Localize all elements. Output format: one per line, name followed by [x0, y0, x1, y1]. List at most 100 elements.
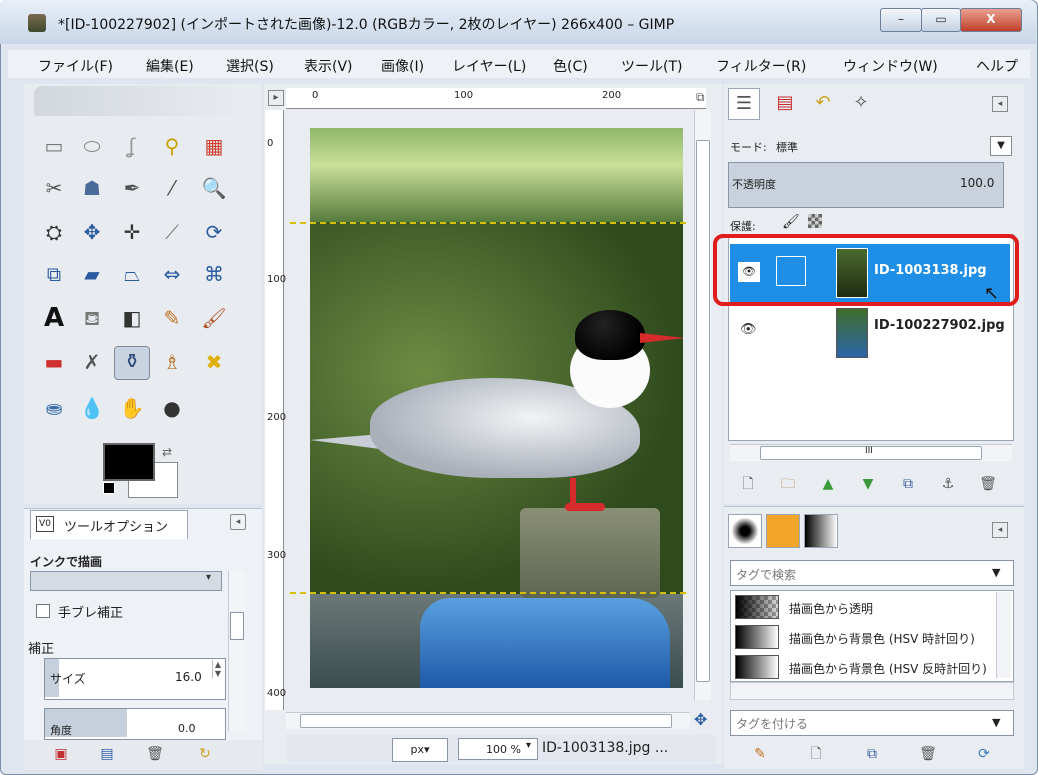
scissors-icon[interactable]: ✂ — [40, 174, 68, 202]
delete-gradient-icon[interactable]: 🗑 — [918, 744, 938, 764]
chevron-down-icon[interactable]: ▼ — [992, 566, 1000, 579]
align-icon[interactable]: ✛ — [118, 218, 146, 246]
zoom-toggle-icon[interactable]: ⧉ — [696, 90, 705, 105]
mode-combo[interactable] — [30, 571, 222, 591]
close-button[interactable]: X — [960, 8, 1022, 32]
chevron-down-icon[interactable]: ▾ — [526, 740, 531, 751]
heal-icon[interactable]: ✖ — [200, 348, 228, 376]
fuzzy-select-icon[interactable]: ⚲ — [158, 132, 186, 160]
cage-transform-icon[interactable]: ⌘ — [200, 260, 228, 288]
delete-options-icon[interactable]: 🗑 — [146, 745, 164, 763]
menu-view[interactable]: 表示(V) — [304, 56, 353, 76]
tab-paths[interactable]: ✧ — [846, 88, 876, 118]
perspective-icon[interactable]: ⏢ — [118, 260, 146, 288]
scale-icon[interactable]: ⧉ — [40, 260, 68, 288]
free-select-icon[interactable]: ʆ — [118, 132, 146, 160]
menu-windows[interactable]: ウィンドウ(W) — [843, 56, 938, 76]
delete-layer-icon[interactable]: 🗑 — [978, 474, 998, 494]
panel-menu-icon[interactable]: ◂ — [992, 96, 1008, 112]
tool-options-scrollbar[interactable] — [228, 571, 245, 731]
list-item[interactable]: 描画色から背景色 (HSV 反時計回り) — [733, 655, 993, 681]
tab-brushes[interactable] — [728, 514, 762, 548]
text-icon[interactable]: A — [40, 304, 68, 332]
anchor-layer-icon[interactable]: ⚓ — [938, 474, 958, 494]
stabilize-checkbox[interactable] — [36, 604, 50, 618]
rotate-icon[interactable]: ⟳ — [200, 218, 228, 246]
menu-filters[interactable]: フィルター(R) — [716, 56, 806, 76]
panel-menu-icon[interactable]: ◂ — [230, 514, 246, 530]
canvas-vertical-scroll-thumb[interactable] — [696, 140, 710, 682]
gradient-list-hscrollbar[interactable] — [730, 682, 1014, 700]
unit-select[interactable]: px▾ — [392, 738, 448, 762]
gradient-list-scrollbar[interactable] — [996, 592, 1011, 678]
zoom-icon[interactable]: 🔍 — [200, 174, 228, 202]
clone-icon[interactable]: ♗ — [158, 348, 186, 376]
chevron-down-icon[interactable]: ▾ — [206, 572, 211, 583]
image-canvas[interactable] — [310, 128, 683, 688]
edit-gradient-icon[interactable]: ✎ — [750, 744, 770, 764]
new-gradient-icon[interactable]: 🗋 — [806, 744, 826, 764]
tab-patterns[interactable] — [766, 514, 800, 548]
select-by-color-icon[interactable]: ▦ — [200, 132, 228, 160]
ink-icon[interactable]: ⚱ — [114, 346, 150, 380]
crop-icon[interactable]: ⟋ — [158, 218, 186, 246]
swap-colors-icon[interactable]: ⇄ — [162, 445, 172, 459]
minimize-button[interactable]: – — [880, 8, 922, 32]
move-icon[interactable]: ✥ — [78, 218, 106, 246]
lower-layer-icon[interactable]: ▼ — [858, 474, 878, 494]
refresh-gradients-icon[interactable]: ⟳ — [974, 744, 994, 764]
pencil-icon[interactable]: ✎ — [158, 304, 186, 332]
shear-icon[interactable]: ▰ — [78, 260, 106, 288]
flip-icon[interactable]: ⇔ — [158, 260, 186, 288]
perspective-clone-icon[interactable]: ⛂ — [40, 394, 68, 422]
layer-name[interactable]: ID-100227902.jpg — [874, 318, 1005, 333]
save-options-icon[interactable]: ▣ — [52, 745, 70, 763]
tab-channels[interactable]: ▤ — [770, 88, 800, 118]
tab-gradients[interactable] — [804, 514, 838, 548]
bucket-fill-icon[interactable]: ⛾ — [78, 304, 106, 332]
lock-alpha-icon[interactable] — [808, 214, 822, 228]
ellipse-select-icon[interactable]: ⬭ — [78, 132, 106, 160]
blur-icon[interactable]: 💧 — [78, 394, 106, 422]
duplicate-layer-icon[interactable]: ⧉ — [898, 474, 918, 494]
measure-icon[interactable]: ⛭ — [40, 218, 68, 246]
reset-options-icon[interactable]: ↻ — [196, 745, 214, 763]
menu-help[interactable]: ヘルプ — [976, 56, 1030, 76]
size-spinner[interactable]: ▲ ▼ — [212, 660, 223, 678]
menu-layer[interactable]: レイヤー(L) — [452, 56, 526, 76]
canvas-horizontal-scroll-thumb[interactable] — [300, 714, 672, 728]
foreground-color-swatch[interactable] — [103, 443, 155, 481]
horizontal-ruler[interactable]: 0 100 200 — [286, 88, 706, 109]
paintbrush-icon[interactable]: 🖌 — [200, 304, 228, 332]
vertical-ruler[interactable]: 0 100 200 300 400 — [265, 110, 286, 710]
paths-icon[interactable]: ✒ — [118, 174, 146, 202]
airbrush-icon[interactable]: ✗ — [78, 348, 106, 376]
blend-icon[interactable]: ◧ — [118, 304, 146, 332]
quick-mask-toggle-icon[interactable]: ▸ — [268, 90, 284, 106]
menu-select[interactable]: 選択(S) — [226, 56, 274, 76]
mode-value[interactable]: 標準 — [776, 139, 798, 155]
tool-options-scroll-thumb[interactable] — [230, 612, 244, 640]
smudge-icon[interactable]: ✋ — [118, 394, 146, 422]
menu-edit[interactable]: 編集(E) — [146, 56, 194, 76]
visibility-eye-icon[interactable]: 👁 — [740, 322, 757, 337]
maximize-button[interactable]: ▭ — [921, 8, 961, 32]
foreground-select-icon[interactable]: ☗ — [78, 174, 106, 202]
menu-tools[interactable]: ツール(T) — [621, 56, 682, 76]
panel-menu-icon[interactable]: ◂ — [992, 522, 1008, 538]
new-layer-icon[interactable]: 🗋 — [738, 474, 758, 494]
list-item[interactable]: 描画色から透明 — [733, 595, 993, 621]
menu-file[interactable]: ファイル(F) — [38, 56, 113, 76]
restore-options-icon[interactable]: ▤ — [98, 745, 116, 763]
eraser-icon[interactable]: ▬ — [40, 348, 68, 376]
dodge-burn-icon[interactable]: ● — [158, 394, 186, 422]
tab-undo[interactable]: ↶ — [808, 88, 838, 118]
reset-colors-icon[interactable] — [103, 482, 115, 494]
tab-layers[interactable]: ☰ — [728, 88, 760, 120]
menu-image[interactable]: 画像(I) — [381, 56, 424, 76]
menu-colors[interactable]: 色(C) — [553, 56, 588, 76]
rect-select-icon[interactable]: ▭ — [40, 132, 68, 160]
list-item[interactable]: 描画色から背景色 (HSV 時計回り) — [733, 625, 993, 651]
duplicate-gradient-icon[interactable]: ⧉ — [862, 744, 882, 764]
new-layer-group-icon[interactable]: 🗀 — [778, 474, 798, 494]
